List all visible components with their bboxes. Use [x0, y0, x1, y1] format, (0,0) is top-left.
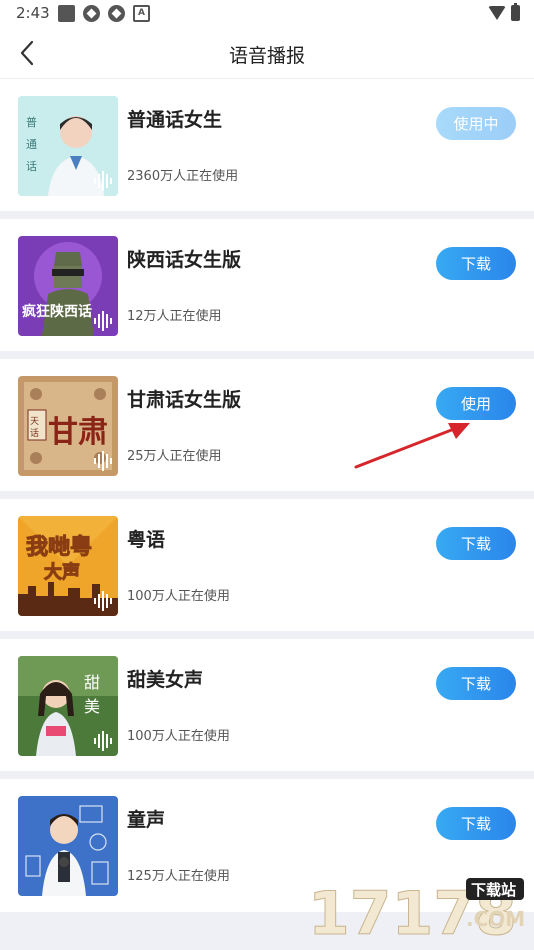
download-button[interactable]: 下载: [436, 667, 516, 700]
voice-user-count: 100万人正在使用: [127, 589, 230, 604]
svg-text:.COM: .COM: [466, 907, 525, 931]
voice-thumbnail: 甜 美: [18, 656, 118, 756]
watermark-logo: 17178 下载站 .COM: [306, 876, 528, 950]
wifi-icon: [488, 6, 506, 20]
a-badge-icon: A: [133, 5, 150, 22]
voice-list: 普 通 话 普通话女生 2360万人正在使用 使用中 疯狂陕西话 陕西话女生版 …: [0, 79, 534, 911]
voice-title: 普通话女生: [127, 109, 223, 131]
voice-user-count: 100万人正在使用: [127, 729, 230, 744]
app-notification-icon: [58, 5, 75, 22]
item-separator: [0, 631, 534, 639]
audio-wave-icon: [94, 171, 112, 191]
audio-wave-icon: [94, 731, 112, 751]
voice-title: 童声: [127, 809, 166, 831]
page-title: 语音播报: [228, 45, 305, 67]
download-button[interactable]: 下载: [436, 807, 516, 840]
item-separator: [0, 351, 534, 359]
svg-text:大声: 大声: [44, 561, 80, 583]
voice-title: 粤语: [127, 529, 166, 551]
download-button[interactable]: 下载: [436, 247, 516, 280]
voice-user-count: 125万人正在使用: [127, 869, 230, 884]
header: 语音播报: [0, 30, 534, 78]
svg-text:美: 美: [84, 697, 100, 716]
voice-user-count: 2360万人正在使用: [127, 169, 239, 184]
svg-text:天: 天: [30, 417, 39, 427]
voice-item[interactable]: 甜 美 甜美女声 100万人正在使用 下载: [0, 639, 534, 771]
audio-wave-icon: [94, 591, 112, 611]
voice-item[interactable]: 普 通 话 普通话女生 2360万人正在使用 使用中: [0, 79, 534, 211]
notification-icons: A: [58, 5, 150, 22]
item-separator: [0, 491, 534, 499]
voice-thumbnail: 疯狂陕西话: [18, 236, 118, 336]
voice-title: 甜美女声: [127, 669, 204, 691]
item-separator: [0, 771, 534, 779]
voice-title: 陕西话女生版: [127, 249, 242, 271]
voice-item[interactable]: 我哋粤 大声 粤语 100万人正在使用 下载: [0, 499, 534, 631]
sync-icon: [83, 5, 100, 22]
battery-icon: [511, 3, 520, 21]
svg-text:疯狂陕西话: 疯狂陕西话: [22, 303, 92, 320]
audio-wave-icon: [94, 311, 112, 331]
svg-text:普: 普: [26, 115, 37, 129]
voice-title: 甘肃话女生版: [127, 389, 242, 411]
download-button[interactable]: 下载: [436, 527, 516, 560]
svg-text:通: 通: [26, 138, 37, 151]
voice-user-count: 12万人正在使用: [127, 309, 222, 324]
voice-thumbnail: 我哋粤 大声: [18, 516, 118, 616]
voice-thumbnail: 天 话 甘肃: [18, 376, 118, 476]
in-use-button[interactable]: 使用中: [436, 107, 516, 140]
audio-wave-icon: [94, 451, 112, 471]
svg-text:话: 话: [30, 427, 39, 439]
item-separator: [0, 211, 534, 219]
voice-user-count: 25万人正在使用: [127, 449, 222, 464]
svg-text:下载站: 下载站: [471, 881, 516, 899]
svg-text:话: 话: [26, 160, 37, 173]
status-bar: 2:43 A: [0, 0, 534, 30]
annotation-arrow-icon: [354, 423, 470, 469]
voice-item[interactable]: 疯狂陕西话 陕西话女生版 12万人正在使用 下载: [0, 219, 534, 351]
voice-thumbnail: 普 通 话: [18, 96, 118, 196]
status-time: 2:43: [16, 4, 50, 22]
svg-text:甘肃: 甘肃: [48, 415, 108, 450]
voice-thumbnail: [18, 796, 118, 896]
svg-text:我哋粤: 我哋粤: [26, 534, 92, 560]
system-icons: [488, 3, 520, 21]
svg-text:甜: 甜: [84, 673, 100, 692]
sync-icon: [108, 5, 125, 22]
